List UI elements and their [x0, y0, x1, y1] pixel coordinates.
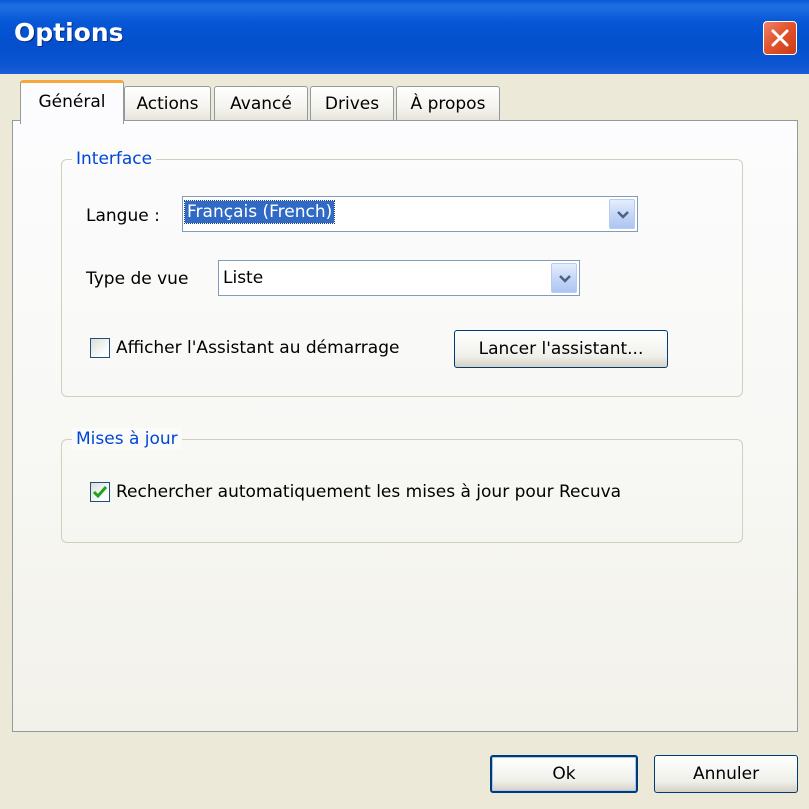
launch-wizard-button[interactable]: Lancer l'assistant...	[454, 330, 668, 368]
tab-drives[interactable]: Drives	[310, 86, 394, 122]
show-wizard-label[interactable]: Afficher l'Assistant au démarrage	[116, 337, 399, 359]
language-dropdown-button[interactable]	[609, 199, 635, 229]
auto-update-checkbox[interactable]	[90, 482, 110, 502]
tab-advanced[interactable]: Avancé	[214, 86, 308, 122]
title-bar[interactable]: Options	[0, 0, 809, 74]
ok-button[interactable]: Ok	[490, 755, 638, 793]
chevron-down-icon	[559, 275, 571, 283]
updates-group-title: Mises à jour	[72, 428, 182, 450]
window-title: Options	[14, 18, 124, 47]
tab-panel-general: Interface Langue : Français (French) Typ…	[12, 120, 798, 732]
interface-group: Interface Langue : Français (French) Typ…	[61, 148, 743, 397]
view-type-label: Type de vue	[86, 269, 189, 289]
checkmark-icon	[92, 486, 108, 499]
tab-about[interactable]: À propos	[396, 86, 500, 122]
tab-actions[interactable]: Actions	[124, 86, 211, 122]
cancel-button[interactable]: Annuler	[654, 755, 798, 793]
language-selected-value: Français (French)	[183, 200, 336, 224]
chevron-down-icon	[617, 211, 629, 219]
tab-general[interactable]: Général	[20, 80, 124, 124]
language-select[interactable]: Français (French)	[182, 196, 638, 232]
view-type-dropdown-button[interactable]	[551, 263, 577, 293]
view-type-selected-value: Liste	[223, 268, 264, 288]
show-wizard-checkbox[interactable]	[90, 338, 110, 358]
view-type-select[interactable]: Liste	[218, 260, 580, 296]
interface-group-title: Interface	[72, 148, 157, 170]
language-label: Langue :	[86, 206, 160, 226]
close-button[interactable]	[763, 21, 797, 55]
auto-update-label[interactable]: Rechercher automatiquement les mises à j…	[116, 481, 621, 503]
close-icon	[771, 29, 789, 47]
updates-group: Mises à jour Rechercher automatiquement …	[61, 428, 743, 543]
